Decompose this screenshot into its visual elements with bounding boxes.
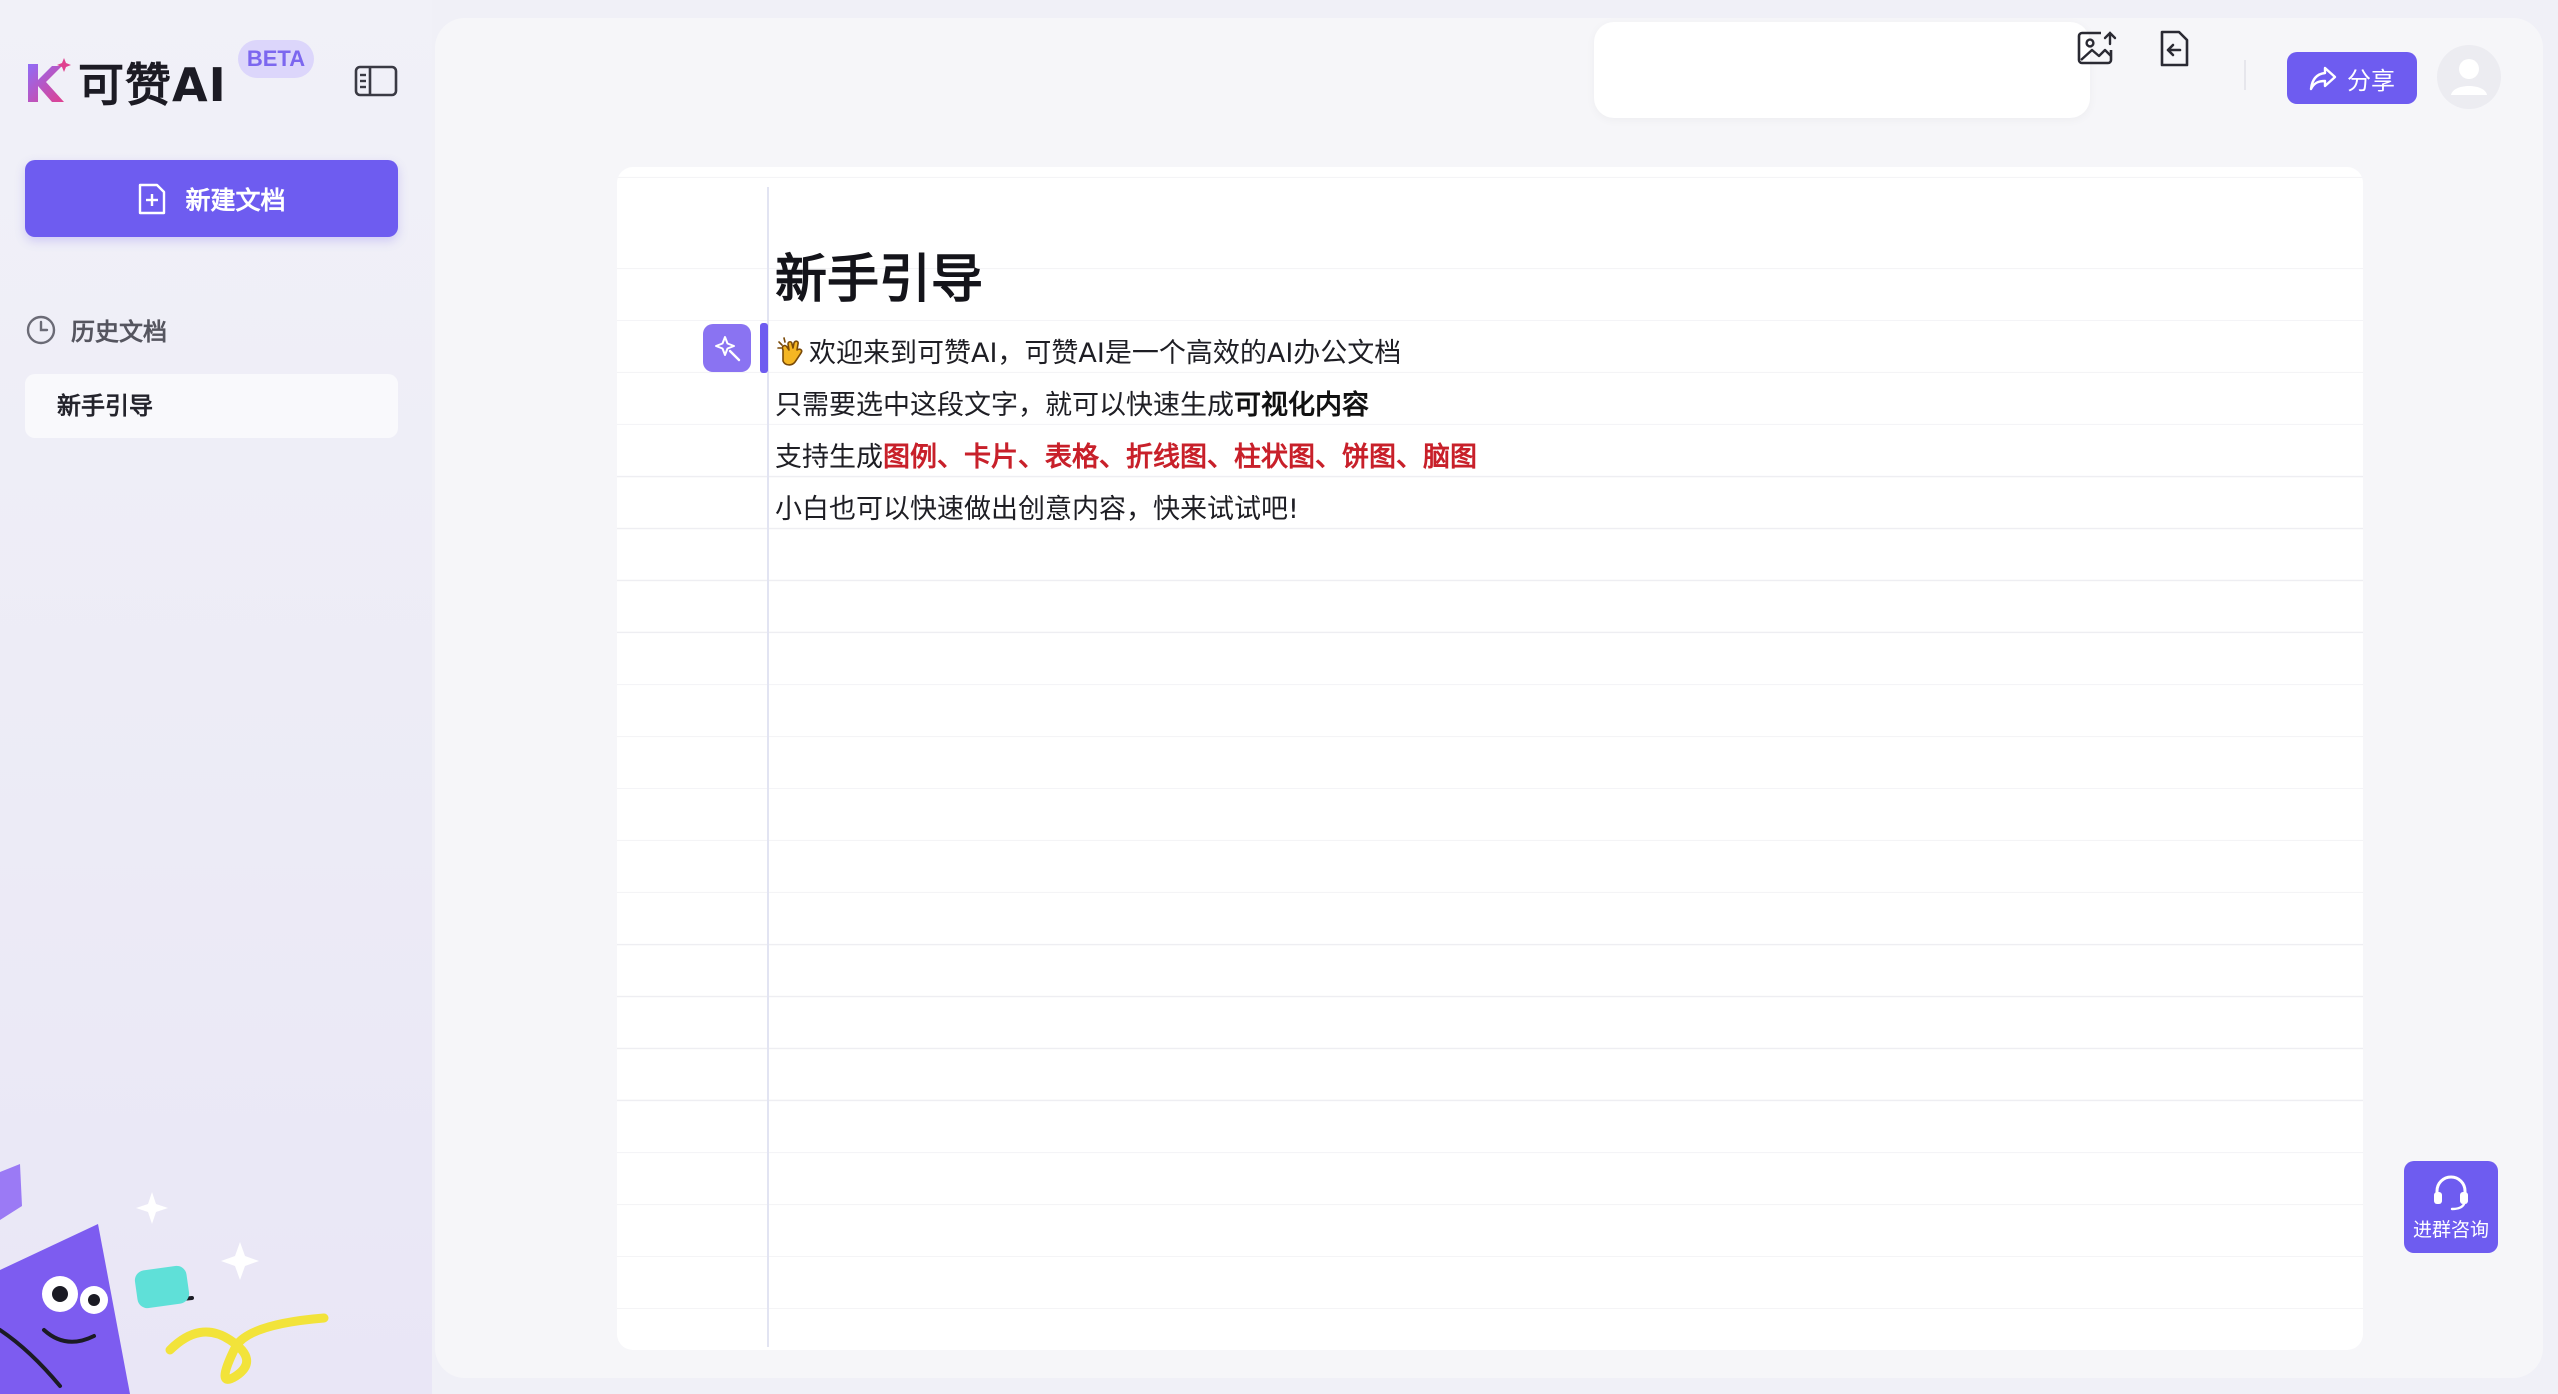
sidebar: 可赞AI BETA 新建文档 历史文档 新手引导	[0, 0, 432, 1394]
headset-icon	[2434, 1175, 2468, 1210]
user-avatar-icon	[2451, 59, 2487, 95]
toolbar-divider	[2244, 60, 2246, 90]
new-doc-button[interactable]: 新建文档	[25, 160, 398, 237]
clock-icon	[26, 315, 56, 344]
share-button[interactable]: 分享	[2287, 52, 2417, 104]
doc-paragraph-3[interactable]: 支持生成图例、卡片、表格、折线图、柱状图、饼图、脑图	[775, 435, 1477, 474]
mascot-illustration	[0, 1164, 329, 1394]
user-avatar-button[interactable]	[2437, 45, 2501, 109]
ai-assist-button[interactable]	[703, 324, 751, 372]
share-arrow-icon	[2309, 66, 2337, 91]
selected-block-indicator	[760, 323, 768, 373]
app-root: 可赞AI BETA 新建文档 历史文档 新手引导 分享 新手引导 欢迎来到可赞A…	[0, 0, 2558, 1394]
doc-line-1-text: 欢迎来到可赞AI，可赞AI是一个高效的AI办公文档	[809, 338, 1402, 369]
share-label: 分享	[2347, 66, 2395, 95]
doc-paragraph-2[interactable]: 只需要选中这段文字，就可以快速生成可视化内容	[775, 383, 1369, 422]
beta-badge: BETA	[238, 40, 314, 78]
doc-line-2-text: 只需要选中这段文字，就可以快速生成	[775, 390, 1234, 421]
top-toolbar	[1594, 22, 2090, 118]
file-plus-icon	[139, 183, 166, 214]
file-import-button[interactable]	[2155, 30, 2195, 68]
doc-paragraph-1[interactable]: 欢迎来到可赞AI，可赞AI是一个高效的AI办公文档	[775, 331, 1401, 370]
document-title[interactable]: 新手引导	[775, 237, 983, 312]
file-import-icon	[2160, 30, 2189, 67]
doc-line-3-highlight: 图例、卡片、表格、折线图、柱状图、饼图、脑图	[883, 442, 1477, 473]
brand-name: 可赞AI	[78, 58, 227, 112]
consult-label: 进群咨询	[2412, 1218, 2489, 1241]
image-export-button[interactable]	[2077, 30, 2117, 68]
doc-line-3-text: 支持生成	[775, 442, 883, 473]
consult-group-button[interactable]: 进群咨询	[2404, 1161, 2498, 1253]
sidebar-collapse-icon	[354, 65, 398, 97]
brand-logo: 可赞AI	[24, 52, 227, 112]
document-editor[interactable]: 新手引导 欢迎来到可赞AI，可赞AI是一个高效的AI办公文档 只需要选中这段文字…	[617, 167, 2363, 1350]
history-item[interactable]: 新手引导	[25, 374, 398, 438]
magic-wand-icon	[715, 336, 741, 362]
new-doc-label: 新建文档	[185, 185, 286, 215]
sidebar-collapse-button[interactable]	[354, 64, 398, 98]
history-title-label: 历史文档	[71, 318, 167, 346]
image-export-icon	[2077, 31, 2117, 65]
brand-k-logo-icon	[28, 58, 71, 102]
doc-paragraph-4[interactable]: 小白也可以快速做出创意内容，快来试试吧!	[775, 487, 1299, 526]
clapping-hands-emoji-icon	[777, 337, 803, 366]
history-section-title: 历史文档	[25, 312, 167, 347]
doc-line-2-bold: 可视化内容	[1234, 390, 1369, 421]
